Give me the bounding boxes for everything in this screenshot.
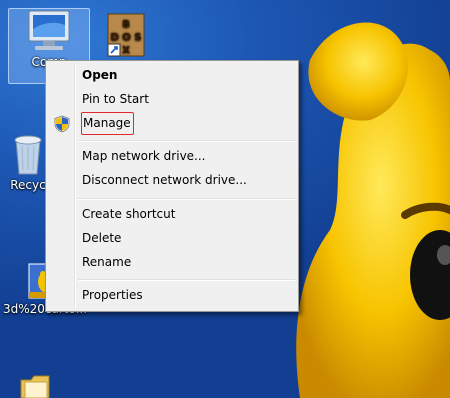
computer-icon (28, 10, 70, 50)
menu-separator (78, 140, 295, 142)
menu-separator (78, 279, 295, 281)
menu-item-rename[interactable]: Rename (82, 251, 131, 273)
svg-text:X: X (122, 45, 130, 56)
menu-item-manage[interactable]: Manage (83, 112, 131, 134)
recycle-bin-icon (14, 135, 42, 175)
menu-separator (78, 198, 295, 200)
recycle-bin-label: Recyc (10, 178, 46, 192)
svg-text:B: B (122, 19, 130, 30)
folder-desktop-icon[interactable] (16, 374, 56, 398)
svg-text:D O S: D O S (111, 32, 142, 43)
dosbox-desktop-icon[interactable]: B D O S X (104, 12, 148, 62)
context-menu: Open Pin to Start Manage Map network dri… (45, 60, 299, 312)
menu-item-create-shortcut[interactable]: Create shortcut (82, 203, 175, 225)
menu-item-properties[interactable]: Properties (82, 284, 143, 306)
menu-item-disconnect-network-drive[interactable]: Disconnect network drive... (82, 169, 247, 191)
folder-icon (20, 375, 50, 398)
uac-shield-icon (54, 115, 70, 133)
menu-item-map-network-drive[interactable]: Map network drive... (82, 145, 206, 167)
menu-item-pin-to-start[interactable]: Pin to Start (82, 88, 149, 110)
recycle-bin-desktop-icon[interactable]: Recyc (8, 132, 48, 206)
menu-item-delete[interactable]: Delete (82, 227, 121, 249)
dosbox-icon: B D O S X (107, 13, 145, 57)
menu-item-open[interactable]: Open (82, 64, 117, 86)
